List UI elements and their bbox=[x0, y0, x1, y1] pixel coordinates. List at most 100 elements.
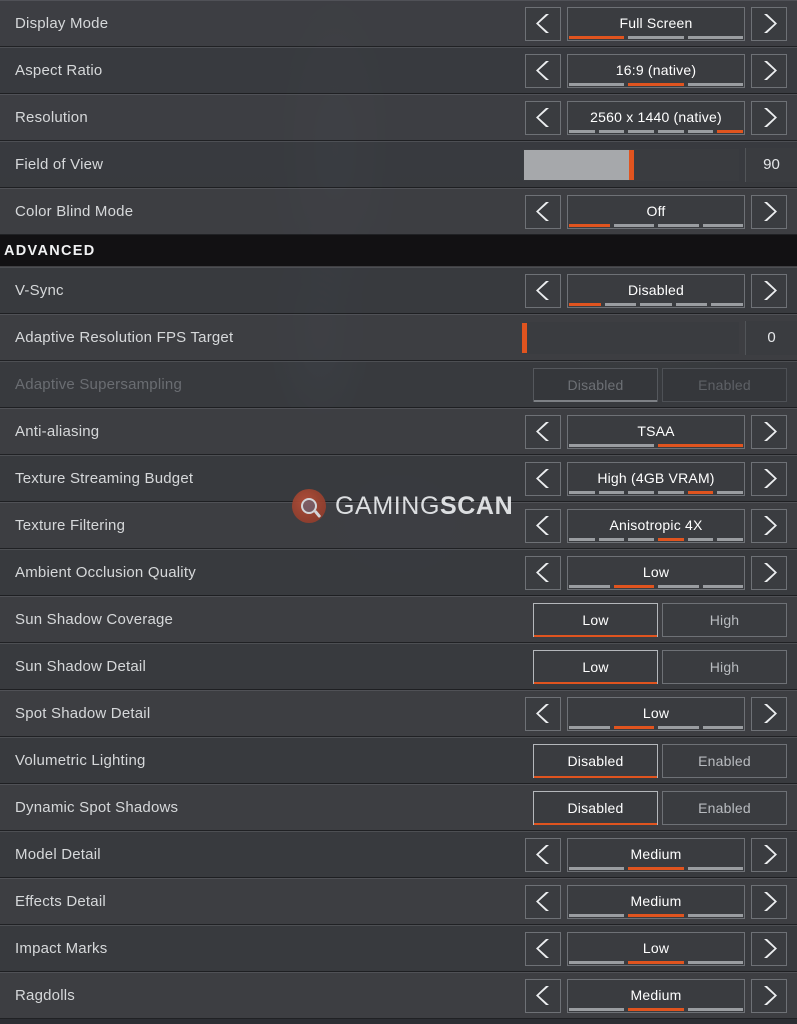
chevron-right-icon[interactable] bbox=[751, 273, 787, 308]
slider-fill bbox=[524, 149, 631, 180]
chevron-right-icon[interactable] bbox=[751, 931, 787, 966]
value-box-spot-shadow-detail[interactable]: Low bbox=[567, 696, 745, 731]
chevron-left-icon[interactable] bbox=[525, 100, 561, 135]
segment-indicator bbox=[687, 866, 743, 870]
segment-indicator bbox=[628, 537, 655, 541]
value-box-texture-streaming-budget[interactable]: High (4GB VRAM) bbox=[567, 461, 745, 496]
segment-indicator bbox=[569, 584, 610, 588]
value-box-aspect-ratio[interactable]: 16:9 (native) bbox=[567, 53, 745, 88]
chevron-left-icon[interactable] bbox=[525, 461, 561, 496]
setting-label: Adaptive Resolution FPS Target bbox=[15, 329, 234, 346]
segment-indicator bbox=[569, 725, 610, 729]
chevron-right-icon[interactable] bbox=[751, 978, 787, 1013]
value-box-anti-aliasing[interactable]: TSAA bbox=[567, 414, 745, 449]
value-label: High (4GB VRAM) bbox=[597, 469, 715, 486]
value-box-ambient-occlusion-quality[interactable]: Low bbox=[567, 555, 745, 590]
toggle-adaptive-supersampling: Disabled Enabled bbox=[533, 367, 787, 402]
chevron-left-icon[interactable] bbox=[525, 884, 561, 919]
value-box-effects-detail[interactable]: Medium bbox=[567, 884, 745, 919]
setting-control: Disabled bbox=[525, 268, 787, 313]
section-title: ADVANCED bbox=[4, 242, 96, 259]
segment-indicator bbox=[687, 490, 714, 494]
toggle-option-sun-shadow-coverage-1[interactable]: High bbox=[662, 602, 787, 637]
chevron-right-icon[interactable] bbox=[751, 6, 787, 41]
chevron-right-icon[interactable] bbox=[751, 696, 787, 731]
setting-control: High (4GB VRAM) bbox=[525, 456, 787, 501]
value-box-color-blind-mode[interactable]: Off bbox=[567, 194, 745, 229]
value-box-impact-marks[interactable]: Low bbox=[567, 931, 745, 966]
toggle-option-volumetric-lighting-0[interactable]: Disabled bbox=[533, 743, 658, 778]
segment-indicator bbox=[717, 537, 744, 541]
value-label: Medium bbox=[630, 845, 682, 862]
setting-row-color-blind-mode: Color Blind Mode Off bbox=[0, 188, 797, 235]
setting-label: Aspect Ratio bbox=[15, 62, 103, 79]
stepper-ambient-occlusion-quality: Low bbox=[525, 555, 787, 590]
setting-label: Impact Marks bbox=[15, 940, 108, 957]
chevron-left-icon[interactable] bbox=[525, 555, 561, 590]
chevron-left-icon[interactable] bbox=[525, 931, 561, 966]
setting-row-adaptive-supersampling: Adaptive Supersampling Disabled Enabled bbox=[0, 361, 797, 408]
stepper-color-blind-mode: Off bbox=[525, 194, 787, 229]
section-header-advanced: ADVANCED bbox=[0, 235, 797, 267]
chevron-left-icon[interactable] bbox=[525, 194, 561, 229]
toggle-option-sun-shadow-coverage-0[interactable]: Low bbox=[533, 602, 658, 637]
chevron-left-icon[interactable] bbox=[525, 696, 561, 731]
value-box-model-detail[interactable]: Medium bbox=[567, 837, 745, 872]
stepper-impact-marks: Low bbox=[525, 931, 787, 966]
segment-indicator bbox=[702, 223, 743, 227]
chevron-right-icon[interactable] bbox=[751, 884, 787, 919]
chevron-right-icon[interactable] bbox=[751, 414, 787, 449]
toggle-label: High bbox=[709, 658, 740, 675]
segment-indicator bbox=[702, 584, 743, 588]
value-box-resolution[interactable]: 2560 x 1440 (native) bbox=[567, 100, 745, 135]
toggle-sun-shadow-detail: Low High bbox=[533, 649, 787, 684]
value-box-texture-filtering[interactable]: Anisotropic 4X bbox=[567, 508, 745, 543]
setting-control: Off bbox=[525, 189, 787, 234]
setting-row-dynamic-spot-shadows: Dynamic Spot Shadows Disabled Enabled bbox=[0, 784, 797, 831]
toggle-option-sun-shadow-detail-0[interactable]: Low bbox=[533, 649, 658, 684]
slider-track[interactable] bbox=[522, 321, 739, 354]
chevron-right-icon[interactable] bbox=[751, 53, 787, 88]
setting-control: 90 bbox=[523, 142, 797, 187]
segment-bar bbox=[569, 35, 743, 39]
chevron-right-icon[interactable] bbox=[751, 508, 787, 543]
toggle-label: High bbox=[709, 611, 740, 628]
toggle-option-dynamic-spot-shadows-1[interactable]: Enabled bbox=[662, 790, 787, 825]
chevron-left-icon[interactable] bbox=[525, 273, 561, 308]
toggle-option-volumetric-lighting-1[interactable]: Enabled bbox=[662, 743, 787, 778]
value-box-ragdolls[interactable]: Medium bbox=[567, 978, 745, 1013]
chevron-right-icon[interactable] bbox=[751, 555, 787, 590]
segment-indicator bbox=[687, 82, 743, 86]
chevron-left-icon[interactable] bbox=[525, 978, 561, 1013]
segment-indicator bbox=[598, 129, 625, 133]
chevron-left-icon[interactable] bbox=[525, 53, 561, 88]
segment-indicator bbox=[569, 913, 625, 917]
setting-row-model-detail: Model Detail Medium bbox=[0, 831, 797, 878]
chevron-right-icon[interactable] bbox=[751, 837, 787, 872]
segment-bar bbox=[569, 913, 743, 917]
slider-handle[interactable] bbox=[522, 322, 527, 353]
chevron-right-icon[interactable] bbox=[751, 461, 787, 496]
segment-indicator bbox=[687, 537, 714, 541]
segment-indicator bbox=[628, 490, 655, 494]
chevron-left-icon[interactable] bbox=[525, 414, 561, 449]
setting-row-texture-streaming-budget: Texture Streaming Budget High (4GB VRAM) bbox=[0, 455, 797, 502]
toggle-option-dynamic-spot-shadows-0[interactable]: Disabled bbox=[533, 790, 658, 825]
setting-row-adaptive-res-fps: Adaptive Resolution FPS Target 0 bbox=[0, 314, 797, 361]
chevron-left-icon[interactable] bbox=[525, 6, 561, 41]
stepper-ragdolls: Medium bbox=[525, 978, 787, 1013]
chevron-left-icon[interactable] bbox=[525, 837, 561, 872]
setting-control: Anisotropic 4X bbox=[525, 503, 787, 548]
setting-control: 16:9 (native) bbox=[525, 48, 787, 93]
stepper-texture-filtering: Anisotropic 4X bbox=[525, 508, 787, 543]
slider-handle[interactable] bbox=[629, 149, 634, 180]
chevron-left-icon[interactable] bbox=[525, 508, 561, 543]
toggle-option-sun-shadow-detail-1[interactable]: High bbox=[662, 649, 787, 684]
segment-bar bbox=[569, 537, 744, 541]
value-box-v-sync[interactable]: Disabled bbox=[567, 273, 745, 308]
chevron-right-icon[interactable] bbox=[751, 100, 787, 135]
value-box-display-mode[interactable]: Full Screen bbox=[567, 6, 745, 41]
setting-control: Low bbox=[525, 691, 787, 736]
slider-track[interactable] bbox=[523, 148, 739, 181]
chevron-right-icon[interactable] bbox=[751, 194, 787, 229]
